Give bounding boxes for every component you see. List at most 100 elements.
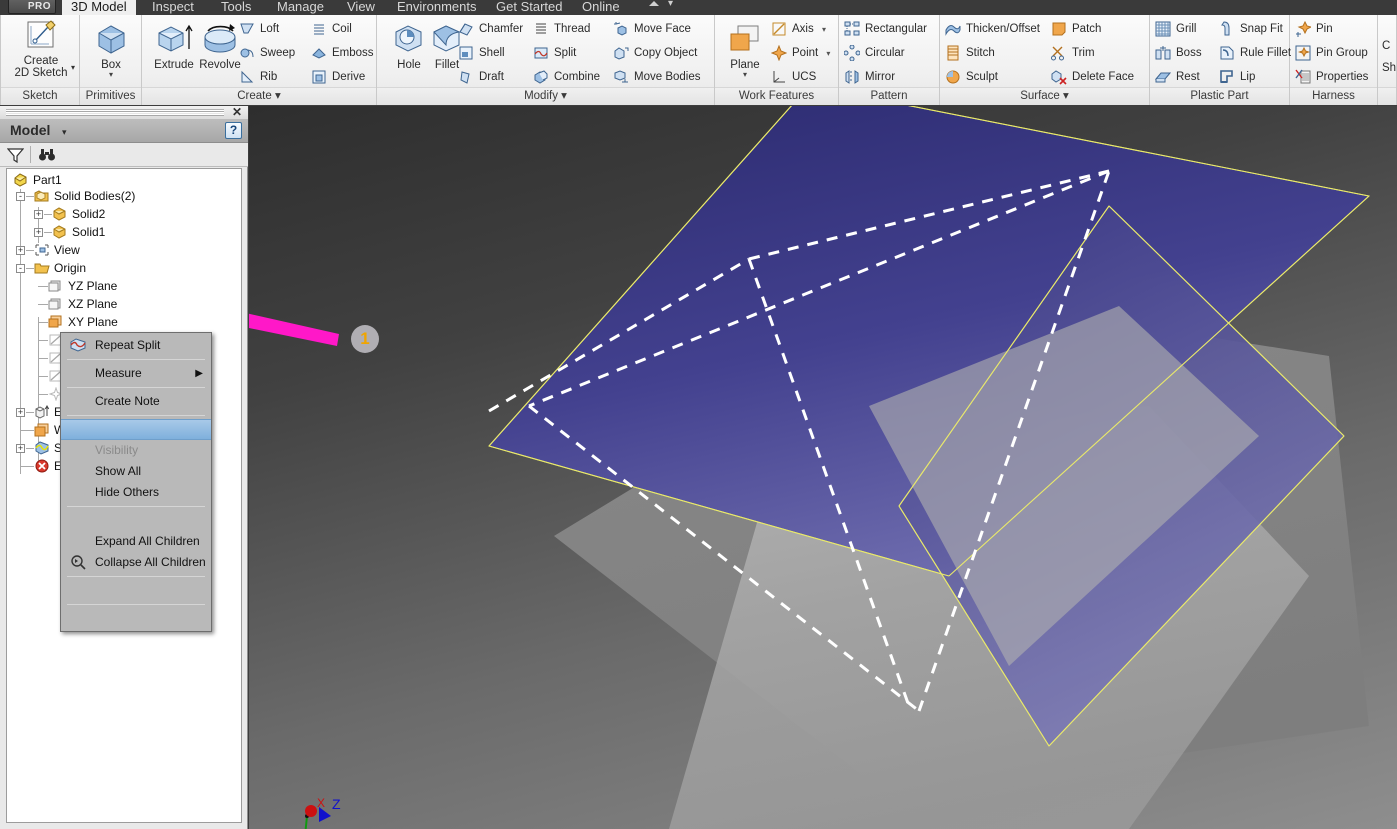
tab-tools[interactable]: Tools (212, 0, 260, 15)
menu-separator (67, 576, 205, 577)
menu-item-properties[interactable] (61, 580, 211, 601)
move-bodies-icon (613, 69, 629, 85)
tree-line (38, 394, 48, 395)
context-menu[interactable]: Repeat Split Measure ▶ Create Note Visib… (60, 332, 212, 632)
boss-button[interactable]: Boss (1154, 42, 1202, 64)
harness-properties-icon (1295, 69, 1311, 85)
thicken-offset-button[interactable]: Thicken/Offset (944, 18, 1040, 40)
pin-group-icon (1295, 45, 1311, 61)
thread-button[interactable]: Thread (532, 18, 590, 40)
patch-button[interactable]: Patch (1050, 18, 1101, 40)
menu-item-collapse-all-children[interactable]: Expand All Children (61, 531, 211, 552)
plane-button[interactable]: Plane ▾ (715, 21, 775, 89)
clipped-item-a[interactable]: C (1382, 35, 1390, 57)
close-icon[interactable]: ✕ (232, 106, 242, 119)
tab-online[interactable]: Online (573, 0, 629, 15)
menu-label: Create Note (95, 394, 160, 408)
search-icon[interactable] (645, 0, 663, 10)
trim-label: Trim (1072, 47, 1095, 59)
tree-expander-solid1[interactable]: + (34, 228, 43, 237)
menu-item-help-topics[interactable] (61, 608, 211, 629)
axis-dropdown-caret[interactable]: ▾ (822, 25, 826, 34)
menu-item-create-note[interactable]: Create Note (61, 391, 211, 412)
menu-item-export-object[interactable]: Hide Others (61, 482, 211, 503)
mirror-button[interactable]: Mirror (843, 66, 895, 88)
menu-label: Repeat Split (95, 338, 161, 352)
split-button[interactable]: Split (532, 42, 576, 64)
grill-button[interactable]: Grill (1154, 18, 1196, 40)
tree-expander-extrusion1[interactable]: + (16, 408, 25, 417)
tab-inspect[interactable]: Inspect (143, 0, 203, 15)
create-2d-sketch-caret[interactable]: ▾ (71, 63, 75, 72)
rule-fillet-button[interactable]: Rule Fillet (1218, 42, 1291, 64)
tree-expander-origin[interactable]: - (16, 264, 25, 273)
help-icon[interactable]: ? (225, 122, 242, 139)
stitch-button[interactable]: Stitch (944, 42, 995, 64)
rest-button[interactable]: Rest (1154, 66, 1200, 88)
chevron-down-icon[interactable]: ▾ (668, 0, 673, 9)
ucs-icon (771, 69, 787, 85)
tab-get-started[interactable]: Get Started (487, 0, 571, 15)
menu-item-visibility[interactable] (61, 419, 211, 440)
menu-item-expand-all-children[interactable] (61, 510, 211, 531)
lip-button[interactable]: Lip (1218, 66, 1255, 88)
tab-manage[interactable]: Manage (268, 0, 333, 15)
ucs-button[interactable]: UCS (770, 66, 816, 88)
tree-expander-view[interactable]: + (16, 246, 25, 255)
move-face-button[interactable]: Move Face (612, 18, 691, 40)
snap-fit-button[interactable]: Snap Fit (1218, 18, 1283, 40)
menu-item-find-in-window[interactable]: Collapse All Children (61, 552, 211, 573)
binoculars-icon[interactable] (38, 147, 56, 166)
clipped-item-b[interactable]: Sh (1382, 57, 1396, 79)
3d-viewport[interactable]: X Z (249, 106, 1397, 829)
boss-label: Boss (1176, 47, 1202, 59)
copy-object-button[interactable]: Copy Object (612, 42, 697, 64)
chamfer-button[interactable]: Chamfer (457, 18, 523, 40)
tab-environments[interactable]: Environments (388, 0, 485, 15)
chamfer-icon (458, 21, 474, 37)
menu-item-hide-others[interactable]: Show All (61, 461, 211, 482)
harness-properties-button[interactable]: Properties (1294, 66, 1368, 88)
tab-view[interactable]: View (338, 0, 384, 15)
menu-item-repeat-split[interactable]: Repeat Split (61, 335, 211, 356)
rib-button[interactable]: Rib (238, 66, 277, 88)
tree-expander-split1[interactable]: + (16, 444, 25, 453)
sculpt-button[interactable]: Sculpt (944, 66, 998, 88)
coil-button[interactable]: Coil (310, 18, 352, 40)
box-caret[interactable]: ▾ (81, 71, 141, 79)
create-2d-sketch-button[interactable]: Create 2D Sketch (11, 17, 71, 85)
plane-caret[interactable]: ▾ (715, 71, 775, 79)
solid-body-icon (52, 207, 68, 221)
sweep-button[interactable]: Sweep (238, 42, 295, 64)
tab-3d-model[interactable]: 3D Model (62, 0, 136, 15)
annotation-badge-1: 1 (351, 325, 379, 353)
tree-expander-solid-bodies[interactable]: - (16, 192, 25, 201)
rectangular-pattern-button[interactable]: Rectangular (843, 18, 927, 40)
split-feature-icon (34, 441, 50, 455)
tree-label: XZ Plane (68, 297, 118, 311)
move-bodies-button[interactable]: Move Bodies (612, 66, 700, 88)
trim-button[interactable]: Trim (1050, 42, 1095, 64)
pin-button[interactable]: Pin (1294, 18, 1333, 40)
ribbon-panel-pattern: Rectangular Circular Mirror Pattern (839, 15, 940, 105)
delete-face-button[interactable]: Delete Face (1050, 66, 1134, 88)
axis-button[interactable]: Axis ▾ (770, 18, 826, 40)
point-button[interactable]: Point ▾ (770, 42, 830, 64)
circular-pattern-button[interactable]: Circular (843, 42, 905, 64)
chevron-down-icon[interactable]: ▾ (62, 127, 67, 138)
point-dropdown-caret[interactable]: ▾ (826, 49, 830, 58)
loft-button[interactable]: Loft (238, 18, 279, 40)
tree-line (38, 340, 48, 341)
browser-drag-grip[interactable]: ✕ (0, 106, 248, 119)
pin-group-button[interactable]: Pin Group (1294, 42, 1368, 64)
filter-icon[interactable] (6, 147, 25, 166)
draft-button[interactable]: Draft (457, 66, 504, 88)
emboss-button[interactable]: Emboss (310, 42, 374, 64)
tree-expander-solid2[interactable]: + (34, 210, 43, 219)
model-geometry: X Z (304, 106, 1371, 829)
shell-button[interactable]: Shell (457, 42, 505, 64)
combine-button[interactable]: Combine (532, 66, 600, 88)
box-button[interactable]: Box ▾ (81, 19, 141, 87)
menu-item-measure[interactable]: Measure ▶ (61, 363, 211, 384)
derive-button[interactable]: Derive (310, 66, 365, 88)
